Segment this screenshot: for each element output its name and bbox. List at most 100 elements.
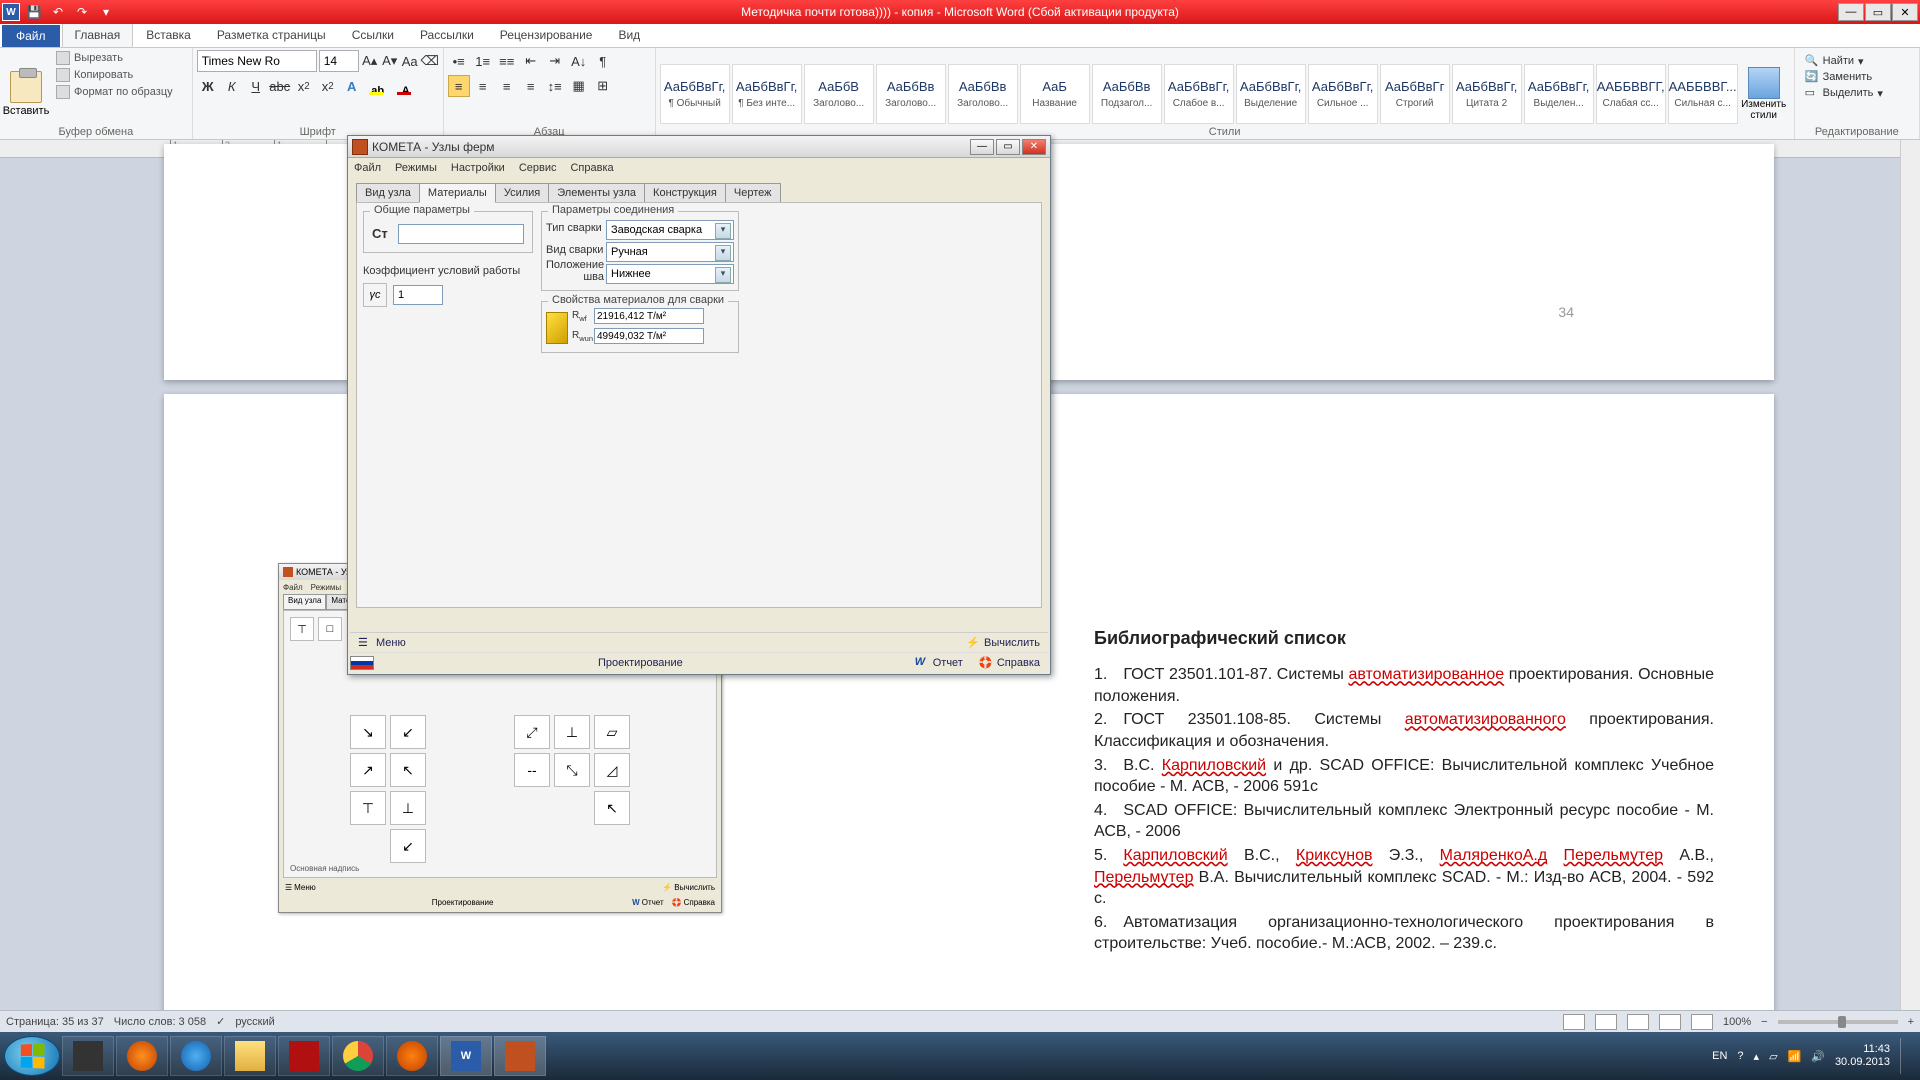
taskbar-app-1[interactable] (62, 1036, 114, 1076)
align-left-button[interactable]: ≡ (448, 75, 470, 97)
menu-settings[interactable]: Настройки (451, 162, 505, 174)
node-icon[interactable]: ⊥ (390, 791, 426, 825)
copy-button[interactable]: Копировать (52, 67, 177, 83)
align-right-button[interactable]: ≡ (496, 75, 518, 97)
proofing-icon[interactable]: ✓ (216, 1015, 225, 1028)
find-button[interactable]: 🔍Найти ▾ (1805, 54, 1909, 68)
help-button[interactable]: 🛟Справка (971, 656, 1048, 670)
status-page[interactable]: Страница: 35 из 37 (6, 1016, 104, 1028)
taskbar-chrome[interactable] (332, 1036, 384, 1076)
style-item[interactable]: АаБНазвание (1020, 64, 1090, 124)
menu-file[interactable]: Файл (354, 162, 381, 174)
tab-elements[interactable]: Элементы узла (548, 183, 645, 203)
font-name-combo[interactable]: Times New Ro (197, 50, 317, 72)
sort-button[interactable]: A↓ (568, 50, 590, 72)
tab-node-view[interactable]: Вид узла (356, 183, 420, 203)
weld-kind-combo[interactable]: Ручная (606, 242, 734, 262)
tab-insert[interactable]: Вставка (133, 23, 204, 47)
qat-save-icon[interactable]: 💾 (24, 3, 44, 21)
align-center-button[interactable]: ≡ (472, 75, 494, 97)
network-icon[interactable]: 📶 (1788, 1050, 1802, 1063)
style-item[interactable]: АаБбВвГгСтрогий (1380, 64, 1450, 124)
node-icon[interactable]: -- (514, 753, 550, 787)
qat-customize-icon[interactable]: ▾ (96, 3, 116, 21)
tab-review[interactable]: Рецензирование (487, 23, 606, 47)
r-wf-field[interactable]: 21916,412 Т/м² (594, 308, 704, 324)
node-icon[interactable]: ↙ (390, 715, 426, 749)
volume-icon[interactable]: 🔊 (1811, 1050, 1825, 1063)
weld-type-combo[interactable]: Заводская сварка (606, 220, 734, 240)
bold-button[interactable]: Ж (197, 75, 219, 97)
menu-button-small[interactable]: ☰ Меню (281, 883, 320, 892)
tab-home[interactable]: Главная (62, 23, 134, 47)
taskbar-firefox[interactable] (386, 1036, 438, 1076)
action-center-icon[interactable]: ▱ (1769, 1050, 1777, 1063)
clock[interactable]: 11:43 30.09.2013 (1835, 1043, 1890, 1069)
close-button[interactable]: ✕ (1892, 3, 1918, 21)
calculate-button[interactable]: ⚡Вычислить (958, 636, 1048, 650)
shrink-font-button[interactable]: A▾ (381, 50, 399, 72)
report-button-small[interactable]: W Отчет (628, 898, 667, 907)
node-icon[interactable]: ▱ (594, 715, 630, 749)
tab-references[interactable]: Ссылки (339, 23, 407, 47)
kometa-maximize[interactable]: ▭ (996, 139, 1020, 155)
style-item[interactable]: АаБбВвГг,Цитата 2 (1452, 64, 1522, 124)
style-item[interactable]: АаБбВвПодзагол... (1092, 64, 1162, 124)
borders-button[interactable]: ⊞ (592, 75, 614, 97)
font-size-combo[interactable]: 14 (319, 50, 359, 72)
taskbar-word[interactable]: W (440, 1036, 492, 1076)
line-spacing-button[interactable]: ↕≡ (544, 75, 566, 97)
mode-design[interactable]: Проектирование (374, 657, 907, 669)
view-print-layout[interactable] (1563, 1014, 1585, 1030)
kometa-close[interactable]: ✕ (1022, 139, 1046, 155)
tab-construction[interactable]: Конструкция (644, 183, 726, 203)
taskbar-explorer[interactable] (224, 1036, 276, 1076)
zoom-slider[interactable] (1778, 1020, 1898, 1024)
kometa-minimize[interactable]: — (970, 139, 994, 155)
numbering-button[interactable]: 1≡ (472, 50, 494, 72)
zoom-out[interactable]: − (1761, 1016, 1767, 1028)
italic-button[interactable]: К (221, 75, 243, 97)
grow-font-button[interactable]: A▴ (361, 50, 379, 72)
tab-file[interactable]: Файл (2, 25, 60, 47)
style-item[interactable]: ААББВВГГ,Слабая сс... (1596, 64, 1666, 124)
change-case-button[interactable]: Aa (401, 50, 419, 72)
steel-field[interactable] (398, 224, 524, 244)
node-icon[interactable]: ↙ (390, 829, 426, 863)
styles-gallery[interactable]: АаБбВвГг,¶ ОбычныйАаБбВвГг,¶ Без инте...… (660, 64, 1738, 124)
menu-help[interactable]: Справка (570, 162, 613, 174)
style-item[interactable]: АаБбВвЗаголово... (948, 64, 1018, 124)
r-wun-field[interactable]: 49949,032 Т/м² (594, 328, 704, 344)
show-marks-button[interactable]: ¶ (592, 50, 614, 72)
node-icon[interactable]: ↘ (350, 715, 386, 749)
style-item[interactable]: АаБбВвГг,Выделен... (1524, 64, 1594, 124)
taskbar-ie[interactable] (170, 1036, 222, 1076)
style-item[interactable]: АаБбВвГг,¶ Обычный (660, 64, 730, 124)
clear-formatting-button[interactable]: ⌫ (421, 50, 439, 72)
kometa-titlebar[interactable]: КОМЕТА - Узлы ферм — ▭ ✕ (348, 136, 1050, 158)
replace-button[interactable]: 🔄Заменить (1805, 70, 1909, 84)
calc-button-small[interactable]: ⚡ Вычислить (658, 883, 719, 892)
zoom-in[interactable]: + (1908, 1016, 1914, 1028)
style-item[interactable]: АаБбВвГг,Слабое в... (1164, 64, 1234, 124)
highlight-button[interactable]: ab (365, 75, 391, 97)
status-words[interactable]: Число слов: 3 058 (114, 1016, 206, 1028)
underline-button[interactable]: Ч (245, 75, 267, 97)
node-icon[interactable]: ↗ (350, 753, 386, 787)
node-icon[interactable]: ⊤ (350, 791, 386, 825)
indent-decrease-button[interactable]: ⇤ (520, 50, 542, 72)
minimize-button[interactable]: — (1838, 3, 1864, 21)
taskbar-adobe[interactable] (278, 1036, 330, 1076)
font-color-button[interactable]: A (393, 75, 419, 97)
show-desktop[interactable] (1900, 1038, 1910, 1074)
shading-button[interactable]: ▦ (568, 75, 590, 97)
start-button[interactable] (4, 1036, 60, 1076)
paste-button[interactable]: Вставить (4, 50, 48, 137)
text-effects-button[interactable]: A (341, 75, 363, 97)
tab-layout[interactable]: Разметка страницы (204, 23, 339, 47)
status-language[interactable]: русский (235, 1016, 274, 1028)
bullets-button[interactable]: •≡ (448, 50, 470, 72)
tray-expand-icon[interactable]: ▴ (1754, 1050, 1760, 1063)
seam-pos-combo[interactable]: Нижнее (606, 264, 734, 284)
subscript-button[interactable]: x2 (293, 75, 315, 97)
